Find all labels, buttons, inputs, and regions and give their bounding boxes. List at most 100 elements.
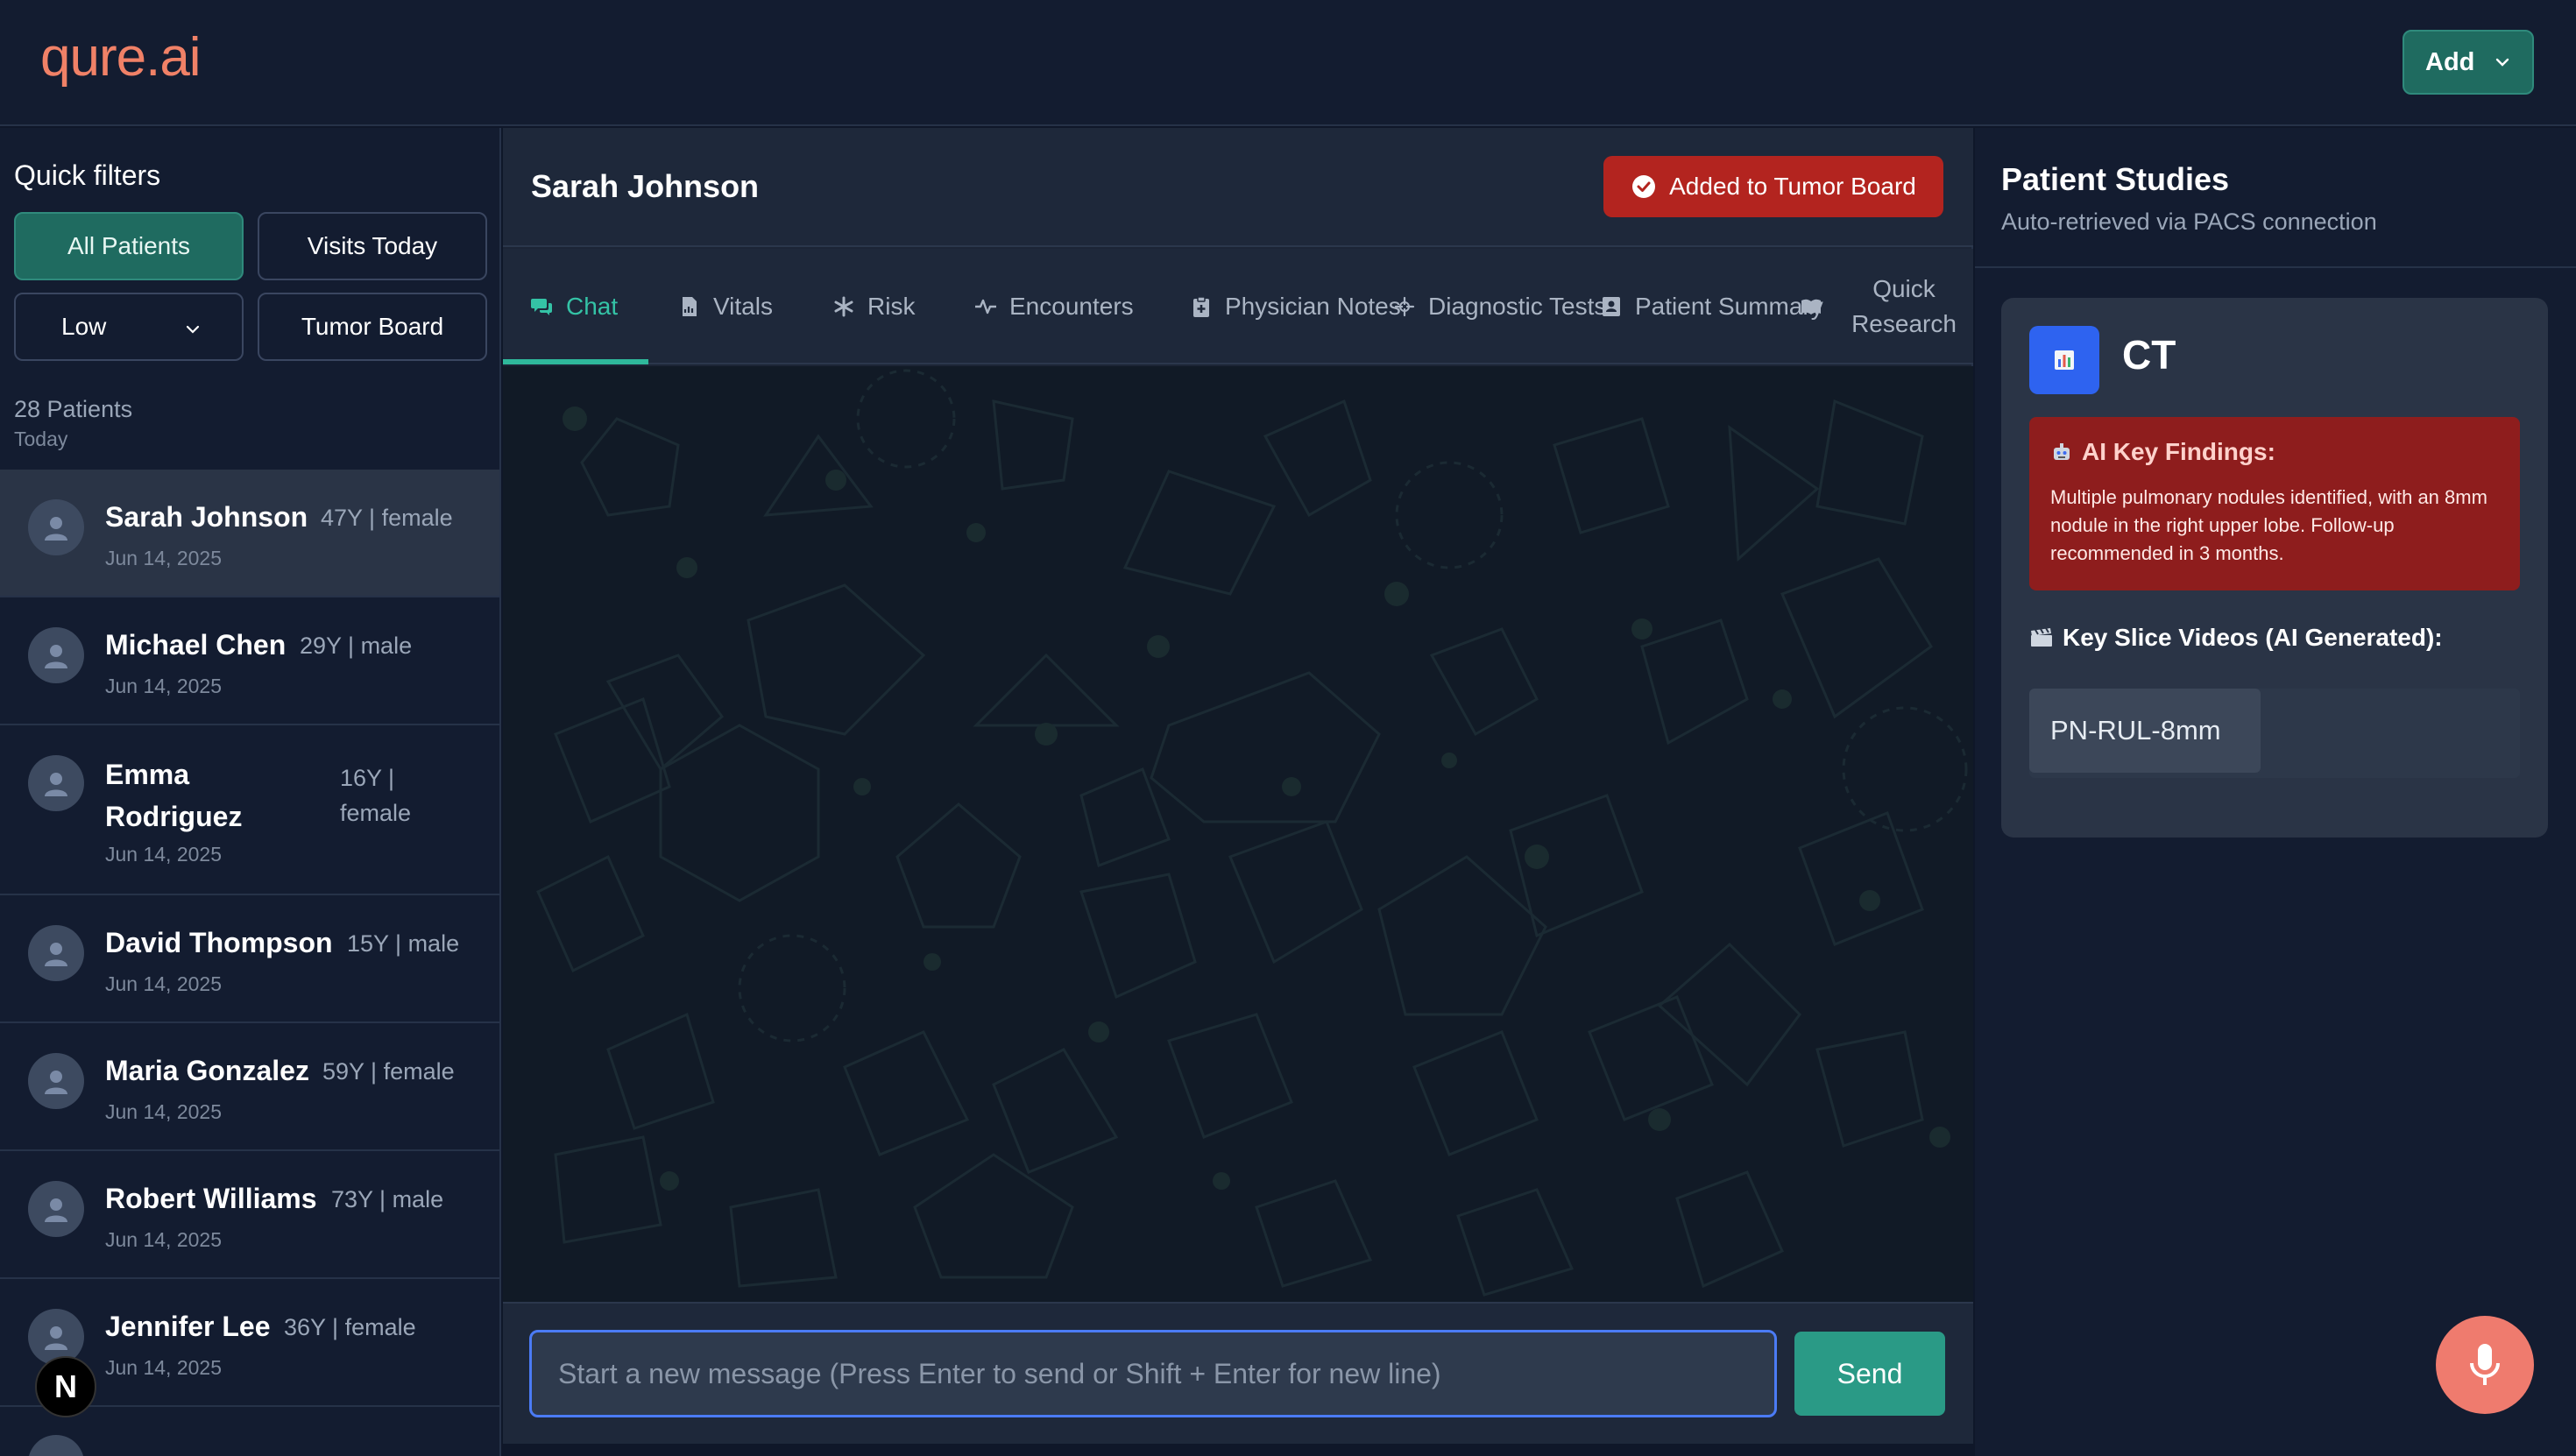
avatar [28,1181,84,1237]
patient-meta: 36Y | female [284,1314,416,1340]
user-icon [45,943,67,966]
patient-name: Emma Rodriguez [105,759,243,832]
pulse-icon [975,299,996,315]
tab-quick-research[interactable]: Quick Research [1800,249,1973,364]
studies-title: Patient Studies [2001,161,2230,197]
tumor-board-status-button[interactable]: Added to Tumor Board [1603,156,1943,217]
chevron-down-icon [186,325,200,334]
patient-name: Michael Chen [105,629,287,661]
chevron-down-icon [2496,58,2509,67]
filter-all-patients-button[interactable]: All Patients [14,212,244,280]
add-button-label: Add [2425,47,2475,76]
patient-name: Jennifer Lee [105,1311,271,1342]
tab-chat[interactable]: Chat [531,249,618,364]
user-icon [45,1071,67,1094]
tab-label: Quick Research [1851,275,1957,337]
patient-file-icon [1603,297,1620,316]
patient-date: Jun 14, 2025 [105,675,223,697]
tab-physician-notes[interactable]: Physician Notes [1190,249,1401,364]
tab-label: Risk [867,293,916,320]
tumor-board-status-label: Added to Tumor Board [1669,173,1916,200]
ai-findings-header: AI Key Findings: [2050,438,2499,466]
patient-meta: 15Y | male [347,930,460,957]
patient-date: Jun 14, 2025 [105,1228,223,1251]
user-icon [45,645,67,668]
avatar [28,627,84,683]
priority-select-value: Low [61,313,107,340]
study-card[interactable]: CT AI Key Findings: Multiple pulmonary n… [2001,298,2548,838]
patient-count: 28 Patients [14,396,133,422]
patient-list-item[interactable]: Sarah Johnson 47Y | female Jun 14, 2025 [0,470,499,597]
background-pattern [536,369,1968,1297]
tab-risk[interactable]: Risk [832,249,915,364]
check-circle-icon [1632,175,1656,198]
chat-messages-area [503,366,1973,1302]
filter-tumor-board-button[interactable]: Tumor Board [258,293,487,361]
crosshair-icon [1394,296,1415,317]
patient-list: Sarah Johnson 47Y | female Jun 14, 2025 … [0,470,499,1456]
document-chart-icon [683,297,697,316]
tab-label: Vitals [713,293,773,320]
microphone-icon [2470,1344,2500,1385]
tab-label: Chat [566,293,619,320]
studies-subtitle: Auto-retrieved via PACS connection [2001,209,2377,235]
patient-name: Robert Williams [105,1183,317,1214]
tab-bar: Chat Vitals Risk Encounters Physician No… [503,249,1973,364]
patient-date: Jun 14, 2025 [105,843,223,866]
priority-select[interactable]: Low [14,293,244,361]
ai-findings-box: AI Key Findings: Multiple pulmonary nodu… [2029,417,2520,590]
add-button[interactable]: Add [2403,30,2534,95]
active-tab-indicator [503,359,648,364]
tab-label: Encounters [1009,293,1134,320]
tab-diagnostic-tests[interactable]: Diagnostic Tests [1393,249,1606,364]
top-bar: qure.ai Add [0,0,2576,126]
avatar [28,1309,84,1365]
clapperboard-icon [2031,627,2052,647]
tab-label: Patient Summary [1635,293,1823,320]
open-book-icon [1801,299,1821,315]
patient-meta: 47Y | female [321,505,453,531]
patient-meta: 29Y | male [300,633,413,659]
logo[interactable]: qure.ai [40,26,202,88]
tab-encounters[interactable]: Encounters [974,249,1134,364]
avatar [28,1435,84,1456]
patient-meta: 16Y | female [340,765,412,826]
patient-meta: 73Y | male [331,1186,444,1212]
user-icon [45,517,67,541]
tab-patient-summary[interactable]: Patient Summary [1600,249,1823,364]
patient-list-item[interactable]: David Thompson 15Y | male Jun 14, 2025 [0,895,499,1023]
patient-list-item[interactable]: Emma Rodriguez 16Y | female Jun 14, 2025 [0,725,499,895]
chat-header: Sarah Johnson Added to Tumor Board [503,128,1973,247]
tab-label: Physician Notes [1225,293,1401,320]
quick-filters-title: Quick filters [14,159,161,191]
patient-studies-panel: Patient Studies Auto-retrieved via PACS … [1975,128,2576,1456]
user-icon [45,1198,67,1222]
divider [1975,266,2576,268]
list-day-label: Today [14,428,68,450]
chat-panel: Sarah Johnson Added to Tumor Board Chat … [503,128,1973,1444]
microphone-button[interactable] [2436,1316,2534,1414]
ai-findings-title: AI Key Findings: [2082,438,2275,465]
bar-chart-glyph [2055,350,2074,370]
patient-list-item[interactable]: Michael Chen 29Y | male Jun 14, 2025 [0,597,499,725]
key-slice-header: Key Slice Videos (AI Generated): [2029,624,2443,652]
study-modality: CT [2122,332,2176,378]
user-icon [45,773,67,796]
key-slice-strip[interactable]: PN-RUL-8mm [2029,689,2520,778]
app-root: qure.ai Add Quick filters All Patients V… [0,0,2576,1456]
filter-visits-today-button[interactable]: Visits Today [258,212,487,280]
bar-chart-icon [2029,326,2099,394]
send-button[interactable]: Send [1794,1332,1945,1416]
patient-list-item[interactable]: Maria Gonzalez 59Y | female Jun 14, 2025 [0,1023,499,1151]
ai-findings-text: Multiple pulmonary nodules identified, w… [2050,486,2488,564]
key-slice-video-item[interactable]: PN-RUL-8mm [2029,689,2261,773]
patient-date: Jun 14, 2025 [105,1356,223,1379]
tab-vitals[interactable]: Vitals [678,249,773,364]
dev-badge[interactable]: N [35,1356,96,1417]
avatar [28,499,84,555]
message-input[interactable] [529,1330,1777,1417]
patient-name: Sarah Johnson [105,501,308,533]
patient-date: Jun 14, 2025 [105,972,223,995]
patient-sidebar: Quick filters All Patients Visits Today … [0,128,501,1456]
patient-list-item[interactable]: Robert Williams 73Y | male Jun 14, 2025 [0,1151,499,1279]
